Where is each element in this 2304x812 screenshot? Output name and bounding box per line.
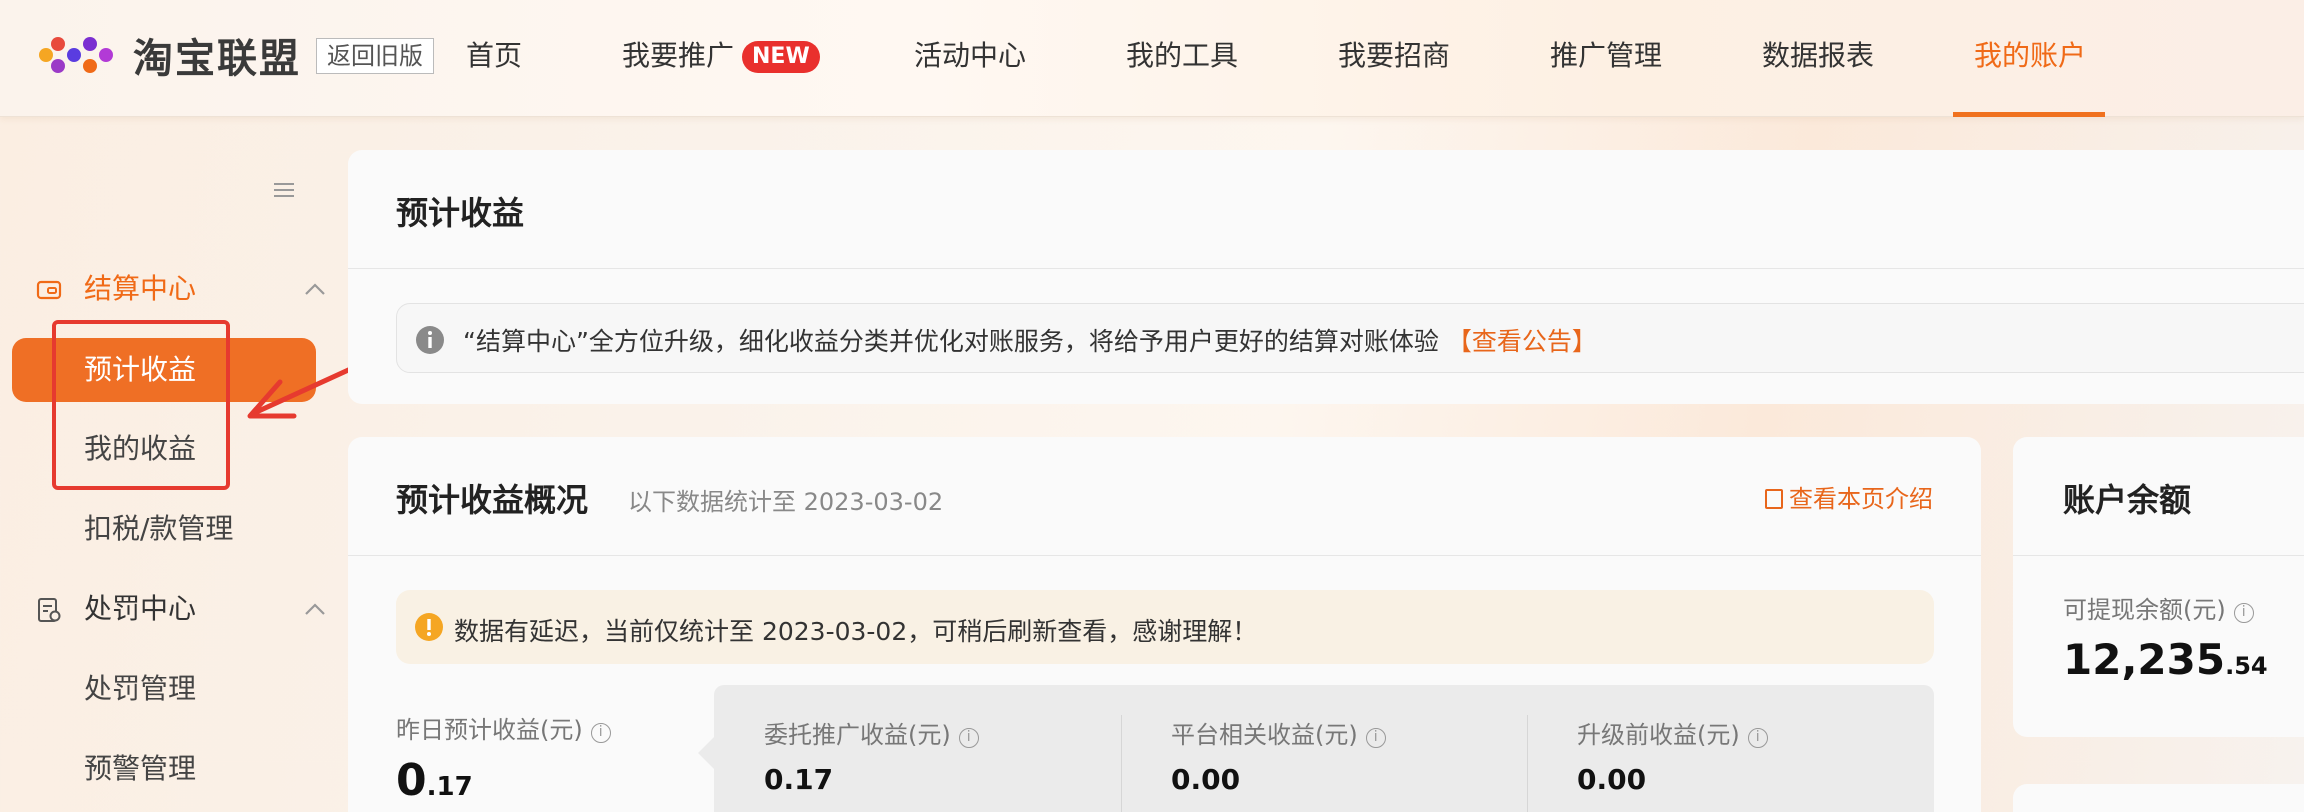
pre-upgrade-earnings-label: 升级前收益(元) i — [1577, 715, 1768, 750]
yesterday-estimate-label: 昨日预计收益(元) i — [396, 710, 611, 745]
estimate-card: 预计收益 “结算中心”全方位升级，细化收益分类并优化对账服务，将给予用户更好的结… — [348, 150, 2304, 404]
divider — [1527, 715, 1528, 812]
return-old-version-button[interactable]: 返回旧版 — [316, 38, 434, 74]
divider — [1121, 715, 1122, 812]
new-badge: NEW — [742, 41, 820, 73]
overview-subtitle: 以下数据统计至 2023-03-02 — [628, 488, 944, 516]
delay-warning-text: 数据有延迟，当前仅统计至 2023-03-02，可稍后刷新查看，感谢理解！ — [454, 617, 1258, 646]
yesterday-estimate-value: 0.17 — [396, 755, 473, 806]
info-icon[interactable]: i — [958, 728, 979, 748]
info-icon[interactable]: i — [2233, 603, 2254, 623]
info-icon[interactable]: i — [1747, 728, 1768, 748]
wallet-icon — [36, 280, 62, 300]
sidebar-item-warning-management[interactable]: 预警管理 — [84, 751, 196, 787]
overview-title: 预计收益概况 — [396, 481, 589, 519]
nav-activity-center[interactable]: 活动中心 — [914, 38, 1026, 74]
chevron-up-icon — [305, 603, 325, 615]
withdrawable-balance-label: 可提现余额(元) i — [2063, 590, 2254, 625]
top-header: 淘宝联盟 返回旧版 首页 我要推广 NEW 活动中心 我的工具 我要招商 推广管理… — [0, 0, 2304, 117]
balance-title: 账户余额 — [2063, 481, 2192, 519]
nav-promotion-management[interactable]: 推广管理 — [1550, 38, 1662, 74]
warning-icon — [415, 613, 443, 641]
panel-pointer — [698, 737, 714, 769]
nav-my-account[interactable]: 我的账户 — [1974, 38, 2086, 74]
sidebar-section-penalty[interactable]: 处罚中心 — [36, 591, 336, 627]
nav-home[interactable]: 首页 — [466, 38, 522, 74]
sidebar-item-tax-management[interactable]: 扣税/款管理 — [84, 511, 233, 547]
nav-promote[interactable]: 我要推广 NEW — [622, 38, 820, 74]
withdrawable-balance-value: 12,235.54 — [2063, 635, 2268, 684]
nav-data-reports[interactable]: 数据报表 — [1762, 38, 1874, 74]
commission-earnings-label: 委托推广收益(元) i — [764, 715, 979, 750]
info-icon[interactable]: i — [590, 723, 611, 743]
active-nav-underline — [1953, 112, 2105, 117]
view-page-intro-link[interactable]: 查看本页介绍 — [1765, 479, 1933, 514]
info-icon — [416, 326, 444, 354]
document-icon — [38, 598, 61, 622]
sidebar-item-penalty-management[interactable]: 处罚管理 — [84, 671, 196, 707]
pre-upgrade-earnings-value: 0.00 — [1577, 763, 1647, 796]
secondary-card — [2013, 784, 2304, 812]
commission-earnings-value: 0.17 — [764, 763, 834, 796]
account-balance-card: 账户余额 可提现余额(元) i 12,235.54 — [2013, 437, 2304, 737]
nav-merchant-recruit[interactable]: 我要招商 — [1338, 38, 1450, 74]
overview-card: 预计收益概况 以下数据统计至 2023-03-02 查看本页介绍 数据有延迟，当… — [348, 437, 1981, 812]
divider — [348, 555, 1981, 556]
delay-warning-bar: 数据有延迟，当前仅统计至 2023-03-02，可稍后刷新查看，感谢理解！ — [396, 590, 1934, 664]
menu-collapse-icon[interactable] — [272, 178, 296, 202]
brand-name: 淘宝联盟 — [133, 36, 301, 82]
annotation-highlight-box — [52, 320, 230, 490]
announcement-bar: “结算中心”全方位升级，细化收益分类并优化对账服务，将给予用户更好的结算对账体验… — [396, 303, 2304, 373]
nav-my-tools[interactable]: 我的工具 — [1126, 38, 1238, 74]
platform-earnings-label: 平台相关收益(元) i — [1171, 715, 1386, 750]
divider — [348, 268, 2304, 269]
book-icon — [1765, 489, 1783, 509]
announcement-text: “结算中心”全方位升级，细化收益分类并优化对账服务，将给予用户更好的结算对账体验 — [463, 327, 1439, 356]
platform-earnings-value: 0.00 — [1171, 763, 1241, 796]
taobao-union-logo[interactable] — [36, 30, 118, 80]
page-title: 预计收益 — [396, 194, 525, 232]
divider — [2013, 555, 2304, 556]
info-icon[interactable]: i — [1365, 728, 1386, 748]
earnings-breakdown-panel: 委托推广收益(元) i 0.17 平台相关收益(元) i 0.00 升级前收益(元)… — [714, 685, 1934, 812]
view-announcement-link[interactable]: 【查看公告】 — [1447, 327, 1597, 356]
